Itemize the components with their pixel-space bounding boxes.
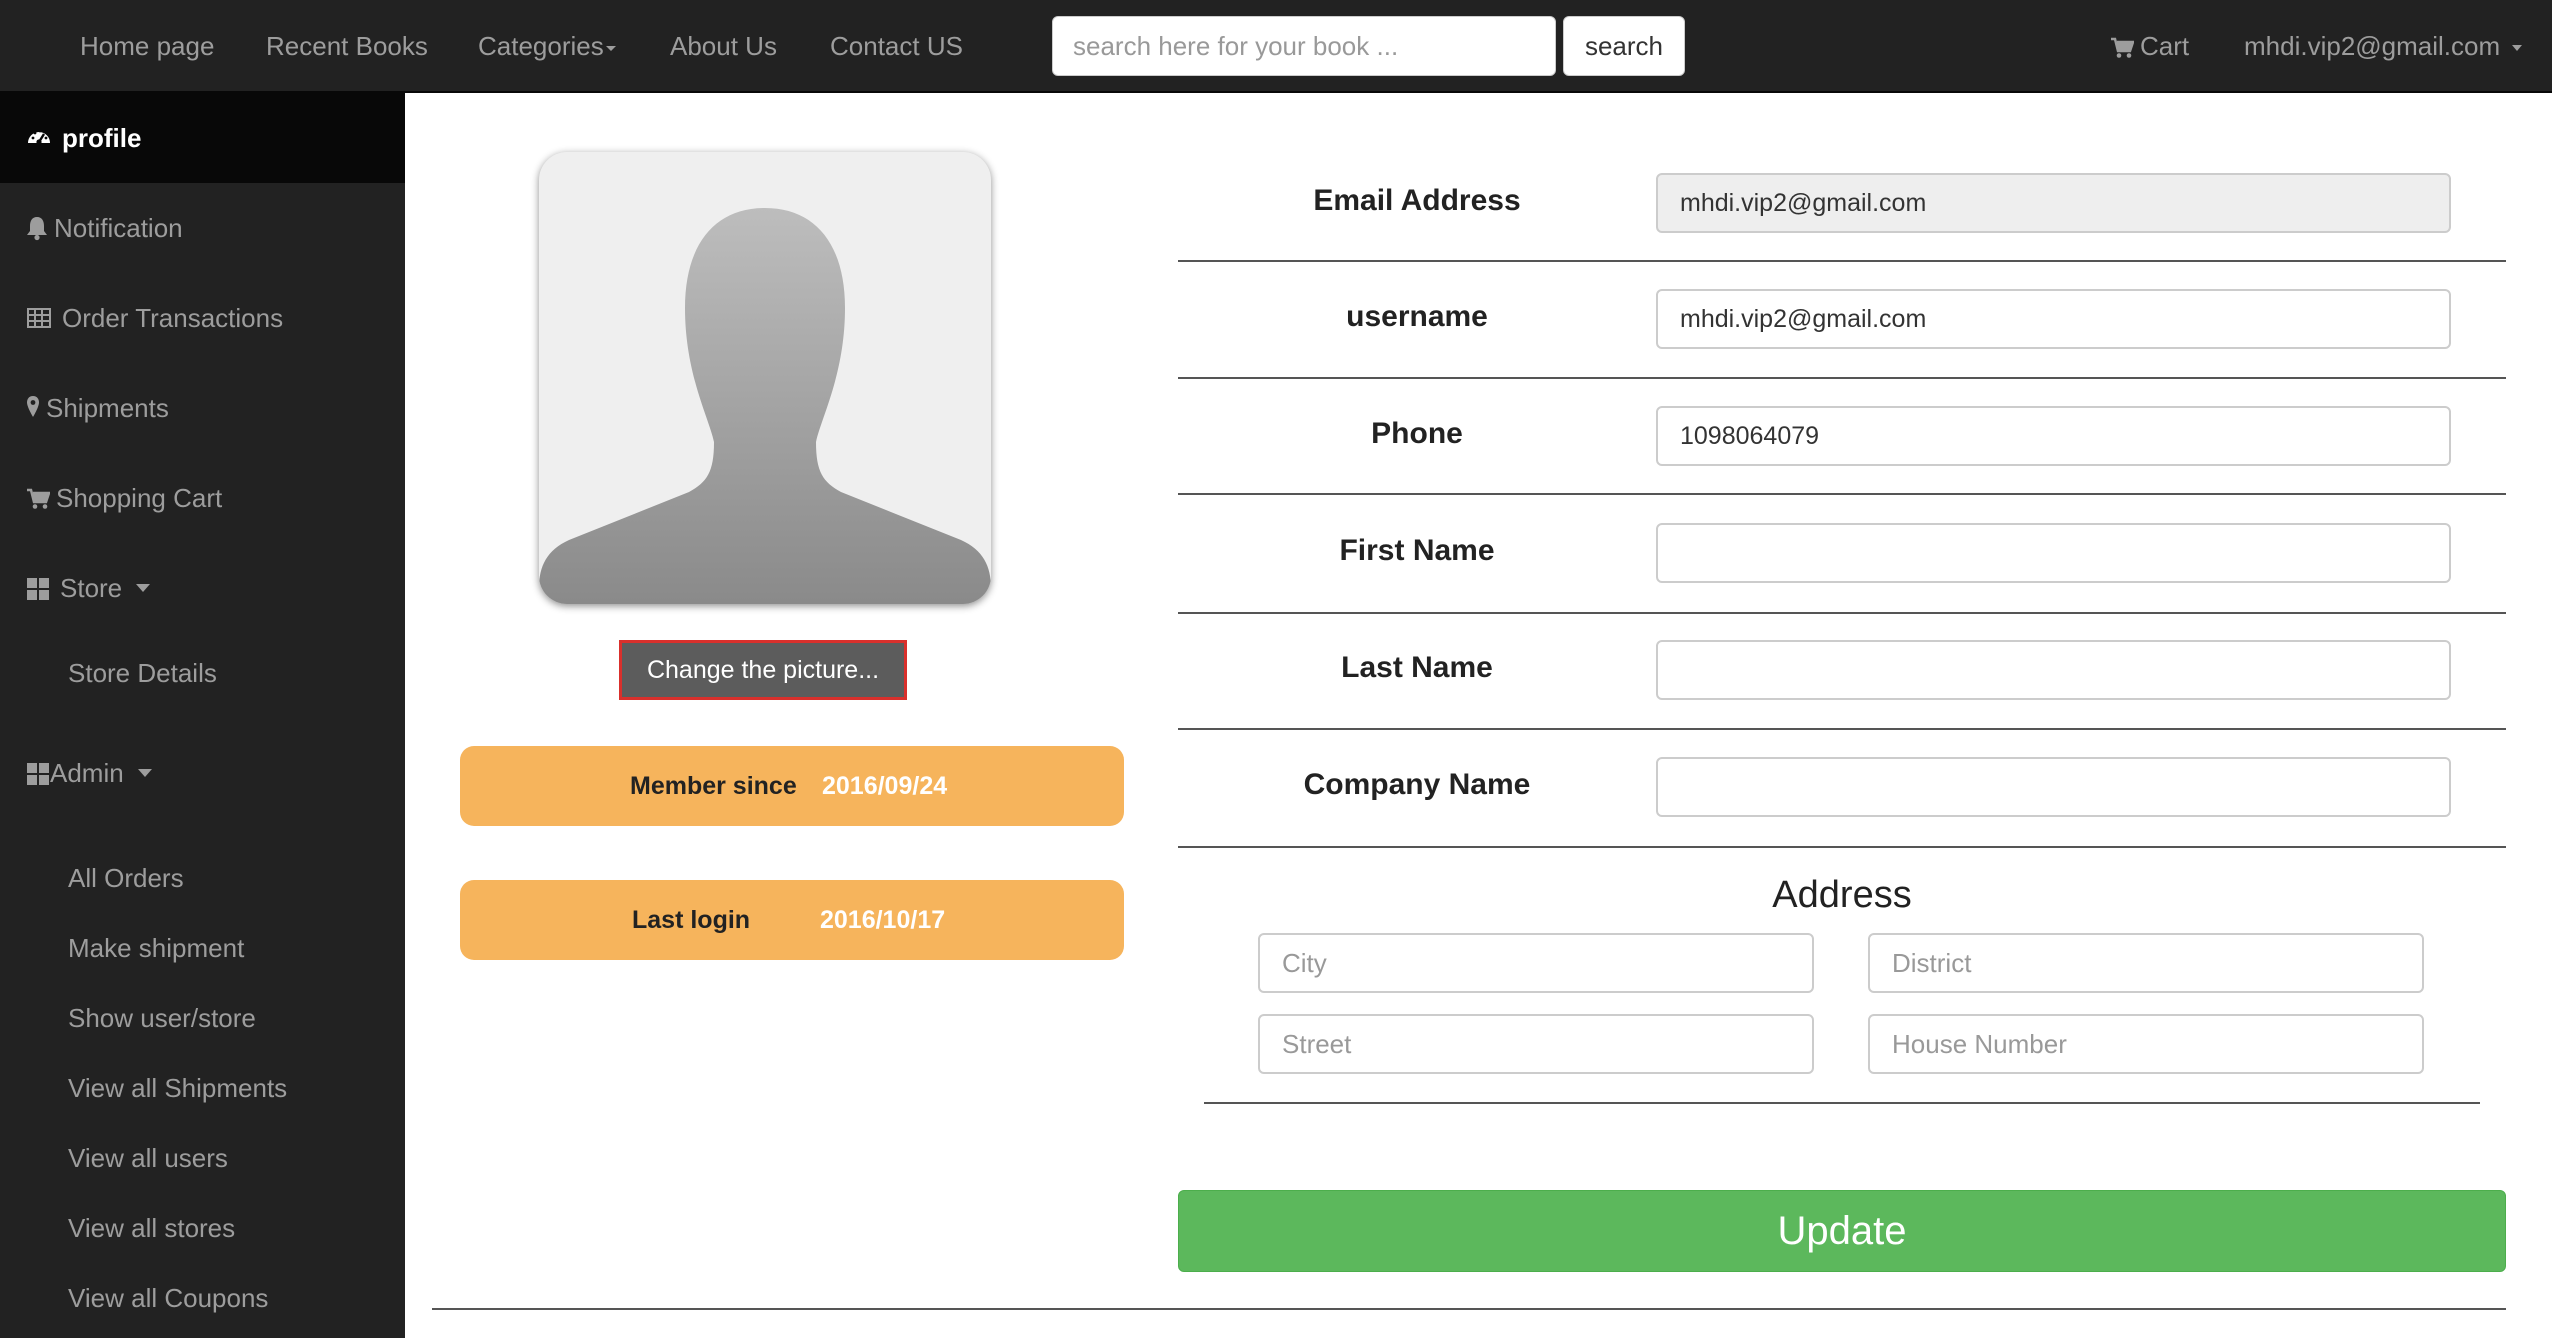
district-field[interactable] xyxy=(1868,933,2424,993)
th-large-icon xyxy=(27,578,49,600)
dashboard-icon xyxy=(28,129,50,145)
avatar xyxy=(539,152,991,604)
sidebar-item-order-transactions[interactable]: Order Transactions xyxy=(0,273,405,363)
divider xyxy=(1178,493,2506,495)
nav-cart-link[interactable]: Cart xyxy=(2110,0,2189,93)
user-silhouette-icon xyxy=(539,208,991,604)
chevron-down-icon xyxy=(136,584,151,592)
sidebar-item-view-all-users[interactable]: View all users xyxy=(68,1138,228,1178)
sidebar-item-label: Order Transactions xyxy=(62,302,284,333)
divider xyxy=(1178,728,2506,730)
divider xyxy=(1178,260,2506,262)
street-field[interactable] xyxy=(1258,1014,1814,1074)
address-heading: Address xyxy=(1772,874,1912,916)
first-name-label: First Name xyxy=(1339,534,1495,567)
divider xyxy=(1178,846,2506,848)
search-input[interactable] xyxy=(1052,16,1556,76)
member-since-value: 2016/09/24 xyxy=(822,772,948,800)
sidebar-item-label: Shipments xyxy=(46,392,169,423)
footer-divider xyxy=(432,1308,2506,1310)
sidebar-item-view-all-coupons[interactable]: View all Coupons xyxy=(68,1278,268,1318)
member-since-label: Member since xyxy=(630,772,797,800)
chevron-down-icon xyxy=(2512,45,2523,52)
user-email: mhdi.vip2@gmail.com xyxy=(2244,31,2501,61)
nav-categories-label: Categories xyxy=(478,31,604,61)
sidebar-item-label: Admin xyxy=(50,757,124,788)
sidebar-item-view-all-shipments[interactable]: View all Shipments xyxy=(68,1068,287,1108)
th-large-icon xyxy=(27,763,49,785)
table-icon xyxy=(27,308,51,328)
company-name-field[interactable] xyxy=(1656,757,2451,817)
divider xyxy=(1178,377,2506,379)
member-since-badge: Member since 2016/09/24 xyxy=(460,746,1124,826)
nav-cart-label: Cart xyxy=(2140,31,2190,61)
username-label: username xyxy=(1346,300,1488,333)
sidebar-item-store[interactable]: Store xyxy=(0,543,405,633)
sidebar-item-store-details[interactable]: Store Details xyxy=(68,653,217,693)
sidebar-item-label: profile xyxy=(62,122,142,153)
phone-label: Phone xyxy=(1371,417,1463,450)
sidebar-item-all-orders[interactable]: All Orders xyxy=(68,858,184,898)
last-name-field[interactable] xyxy=(1656,640,2451,700)
city-field[interactable] xyxy=(1258,933,1814,993)
last-login-label: Last login xyxy=(632,906,751,934)
sidebar-item-show-user-store[interactable]: Show user/store xyxy=(68,998,256,1038)
map-marker-icon xyxy=(27,396,39,417)
company-name-label: Company Name xyxy=(1303,768,1531,801)
chevron-down-icon xyxy=(137,769,152,777)
username-field[interactable] xyxy=(1656,289,2451,349)
cart-icon xyxy=(2111,37,2134,58)
sidebar-item-label: Store xyxy=(60,572,123,603)
top-navbar: Home page Recent Books Categories About … xyxy=(0,0,2552,93)
last-login-badge: Last login 2016/10/17 xyxy=(460,880,1124,960)
sidebar: profile Notification Order Transactions … xyxy=(0,93,405,1338)
last-name-label: Last Name xyxy=(1341,651,1493,684)
sidebar-item-shopping-cart[interactable]: Shopping Cart xyxy=(0,453,405,543)
change-picture-button[interactable]: Change the picture... xyxy=(619,640,907,700)
email-field[interactable] xyxy=(1656,173,2451,233)
chevron-down-icon xyxy=(605,45,616,51)
search-button[interactable]: search xyxy=(1563,16,1685,76)
sidebar-item-make-shipment[interactable]: Make shipment xyxy=(68,928,244,968)
user-menu-dropdown[interactable]: mhdi.vip2@gmail.com xyxy=(2244,0,2523,93)
phone-field[interactable] xyxy=(1656,406,2451,466)
sidebar-item-shipments[interactable]: Shipments xyxy=(0,363,405,453)
sidebar-item-admin[interactable]: Admin xyxy=(0,728,405,818)
nav-home-link[interactable]: Home page xyxy=(80,0,214,93)
first-name-field[interactable] xyxy=(1656,523,2451,583)
nav-contact-link[interactable]: Contact US xyxy=(830,0,963,93)
email-label: Email Address xyxy=(1313,184,1521,217)
house-number-field[interactable] xyxy=(1868,1014,2424,1074)
sidebar-item-profile[interactable]: profile xyxy=(0,93,405,183)
nav-categories-dropdown[interactable]: Categories xyxy=(478,0,616,93)
bell-icon xyxy=(27,217,47,241)
sidebar-item-label: Shopping Cart xyxy=(56,482,223,513)
sidebar-item-view-all-stores[interactable]: View all stores xyxy=(68,1208,235,1248)
sidebar-item-label: Notification xyxy=(54,212,183,243)
last-login-value: 2016/10/17 xyxy=(820,906,946,934)
divider xyxy=(1178,612,2506,614)
update-button[interactable]: Update xyxy=(1178,1190,2506,1272)
sidebar-item-notification[interactable]: Notification xyxy=(0,183,405,273)
nav-recent-books-link[interactable]: Recent Books xyxy=(266,0,428,93)
nav-about-link[interactable]: About Us xyxy=(670,0,777,93)
divider xyxy=(1204,1102,2480,1104)
cart-icon xyxy=(27,488,50,509)
